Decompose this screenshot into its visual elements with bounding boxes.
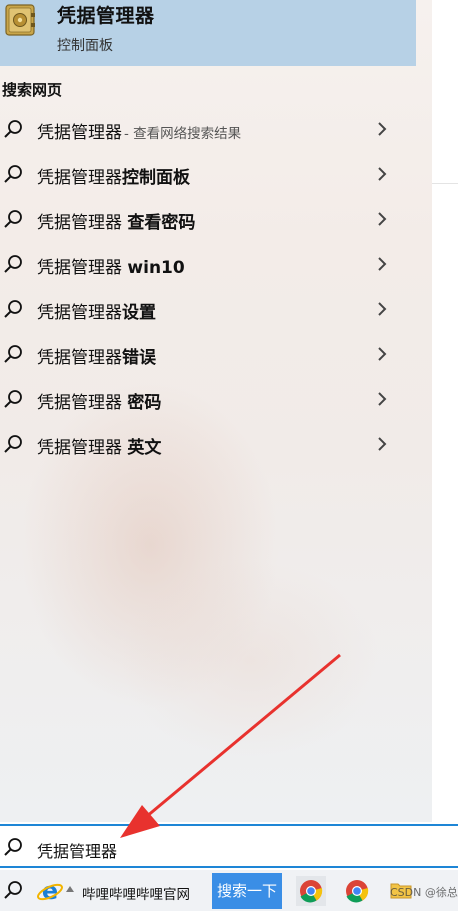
search-icon	[4, 120, 22, 138]
section-heading-web: 搜索网页	[2, 81, 63, 99]
suggestion-prefix: 凭据管理器	[37, 168, 122, 188]
suggestion-suffix: 控制面板	[122, 168, 190, 188]
search-box[interactable]: 凭据管理器	[0, 824, 458, 868]
chrome-icon	[300, 880, 323, 903]
chevron-right-icon	[378, 212, 387, 226]
search-icon[interactable]	[2, 879, 24, 901]
search-icon	[4, 838, 22, 856]
suggestion-prefix: 凭据管理器	[37, 393, 128, 413]
search-submit-button[interactable]: 搜索一下	[212, 873, 282, 909]
suggestion-text: 凭据管理器 - 查看网络搜索结果	[37, 118, 241, 143]
suggestion-suffix: 密码	[127, 393, 162, 413]
chevron-right-icon	[378, 347, 387, 361]
credential-manager-safe-icon	[5, 4, 35, 36]
chevron-right-icon	[378, 167, 387, 181]
suggestion-text: 凭据管理器 查看密码	[37, 208, 197, 233]
suggestion-suffix: win10	[127, 258, 185, 278]
suggestion-suffix: 英文	[127, 438, 162, 458]
taskbar: e 哔哩哔哩哔哩官网 搜索一下 CSDN @徐总	[0, 870, 458, 911]
best-match-title: 凭据管理器	[57, 5, 155, 27]
suggestion-text: 凭据管理器控制面板	[37, 163, 192, 188]
search-input[interactable]: 凭据管理器	[37, 838, 117, 862]
suggestion-prefix: 凭据管理器	[37, 258, 128, 278]
suggestion-hint: - 查看网络搜索结果	[124, 126, 242, 142]
caret-up-icon[interactable]	[66, 886, 74, 892]
watermark: CSDN @徐总	[390, 886, 458, 899]
web-suggestion-item[interactable]: 凭据管理器 英文	[0, 424, 416, 466]
chrome-taskbar-item[interactable]	[296, 876, 326, 906]
chevron-right-icon	[378, 122, 387, 136]
suggestion-prefix: 凭据管理器	[37, 213, 128, 233]
search-icon	[4, 435, 22, 453]
suggestion-prefix: 凭据管理器	[37, 123, 122, 143]
search-icon	[4, 165, 22, 183]
chevron-right-icon	[378, 302, 387, 316]
suggestion-prefix: 凭据管理器	[37, 348, 122, 368]
web-suggestion-item[interactable]: 凭据管理器错误	[0, 334, 416, 376]
suggestion-text: 凭据管理器 密码	[37, 388, 163, 413]
search-icon	[4, 255, 22, 273]
background-glow	[120, 560, 380, 760]
web-suggestion-item[interactable]: 凭据管理器 查看密码	[0, 199, 416, 241]
suggestion-suffix: 设置	[122, 303, 156, 323]
suggestion-prefix: 凭据管理器	[37, 303, 122, 323]
web-suggestion-item[interactable]: 凭据管理器控制面板	[0, 154, 416, 196]
chevron-right-icon	[378, 437, 387, 451]
chevron-right-icon	[378, 257, 387, 271]
suggestion-suffix: 错误	[122, 348, 156, 368]
search-icon	[4, 345, 22, 363]
best-match-subtitle: 控制面板	[57, 38, 113, 54]
search-icon	[4, 390, 22, 408]
suggestion-text: 凭据管理器 win10	[37, 253, 187, 278]
search-icon	[4, 300, 22, 318]
search-results-panel: 凭据管理器 控制面板 搜索网页 凭据管理器 - 查看网络搜索结果 凭据管理器控制面板…	[0, 0, 432, 822]
suggestion-prefix: 凭据管理器	[37, 438, 128, 458]
suggestion-suffix: 查看密码	[127, 213, 196, 233]
search-icon	[4, 210, 22, 228]
ie-icon[interactable]: e	[36, 877, 64, 905]
web-suggestion-item[interactable]: 凭据管理器 密码	[0, 379, 416, 421]
taskbar-site-label[interactable]: 哔哩哔哩哔哩官网	[82, 883, 190, 903]
svg-text:e: e	[42, 877, 58, 905]
web-suggestion-item[interactable]: 凭据管理器 win10	[0, 244, 416, 286]
web-suggestion-item[interactable]: 凭据管理器 - 查看网络搜索结果	[0, 109, 416, 151]
right-gap	[432, 0, 458, 822]
suggestion-text: 凭据管理器错误	[37, 343, 158, 368]
chevron-right-icon	[378, 392, 387, 406]
suggestion-text: 凭据管理器设置	[37, 298, 158, 323]
best-match-item[interactable]: 凭据管理器 控制面板	[0, 0, 416, 66]
chrome-icon[interactable]	[342, 876, 372, 906]
divider	[432, 183, 458, 184]
suggestion-text: 凭据管理器 英文	[37, 433, 163, 458]
web-suggestion-item[interactable]: 凭据管理器设置	[0, 289, 416, 331]
